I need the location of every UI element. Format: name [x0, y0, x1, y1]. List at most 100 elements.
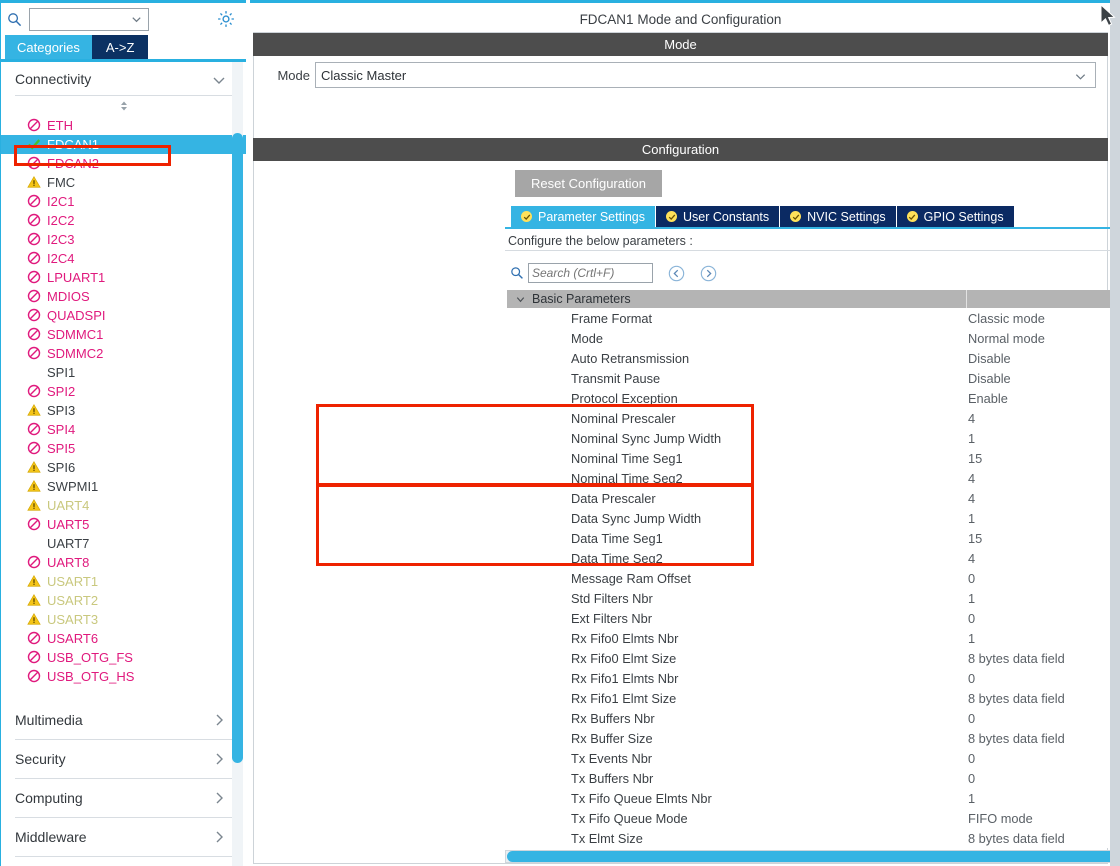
parameter-value[interactable]: 8 bytes data field	[968, 691, 1065, 706]
table-row[interactable]: Message Ram Offset 0	[507, 568, 1120, 588]
parameter-value[interactable]: FIFO mode	[968, 811, 1033, 826]
tab-nvic-settings[interactable]: NVIC Settings	[780, 206, 897, 227]
sidebar-section-computing[interactable]: Computing	[15, 779, 233, 818]
table-row[interactable]: Mode Normal mode	[507, 328, 1120, 348]
table-row[interactable]: Tx Fifo Queue Mode FIFO mode	[507, 808, 1120, 828]
parameter-value[interactable]: 1	[968, 791, 975, 806]
search-next-button[interactable]	[699, 264, 717, 282]
sidebar-item-usb_otg_hs[interactable]: USB_OTG_HS	[1, 667, 246, 686]
horizontal-scrollbar-thumb[interactable]	[507, 851, 1120, 862]
tab-gpio-settings[interactable]: GPIO Settings	[896, 206, 1015, 227]
sidebar-item-spi4[interactable]: SPI4	[1, 420, 246, 439]
sidebar-section-middleware[interactable]: Middleware	[15, 818, 233, 857]
sidebar-item-swpmi1[interactable]: SWPMI1	[1, 477, 246, 496]
mode-select[interactable]: Classic Master	[315, 62, 1096, 88]
sidebar-item-spi3[interactable]: SPI3	[1, 401, 246, 420]
sidebar-item-uart4[interactable]: UART4	[1, 496, 246, 515]
sidebar-section-connectivity[interactable]: Connectivity	[15, 62, 233, 96]
sidebar-item-lpuart1[interactable]: LPUART1	[1, 268, 246, 287]
sidebar-item-uart5[interactable]: UART5	[1, 515, 246, 534]
gear-icon[interactable]	[216, 9, 236, 29]
sidebar-scrollbar-thumb[interactable]	[232, 133, 243, 763]
table-row[interactable]: Ext Filters Nbr 0	[507, 608, 1120, 628]
parameter-search-input[interactable]	[528, 263, 653, 283]
sidebar-item-usart3[interactable]: USART3	[1, 610, 246, 629]
table-row[interactable]: Protocol Exception Enable	[507, 388, 1120, 408]
parameter-value[interactable]: 15	[968, 531, 982, 546]
sidebar-item-usart1[interactable]: USART1	[1, 572, 246, 591]
parameter-value[interactable]: 4	[968, 551, 975, 566]
sidebar-item-uart8[interactable]: UART8	[1, 553, 246, 572]
table-row[interactable]: Tx Events Nbr 0	[507, 748, 1120, 768]
table-row[interactable]: Nominal Time Seg1 15	[507, 448, 1120, 468]
sidebar-item-usart2[interactable]: USART2	[1, 591, 246, 610]
table-row[interactable]: Rx Buffer Size 8 bytes data field	[507, 728, 1120, 748]
table-row[interactable]: Nominal Time Seg2 4	[507, 468, 1120, 488]
sidebar-item-i2c4[interactable]: I2C4	[1, 249, 246, 268]
parameter-value[interactable]: 0	[968, 671, 975, 686]
sidebar-item-sdmmc2[interactable]: SDMMC2	[1, 344, 246, 363]
sidebar-item-i2c2[interactable]: I2C2	[1, 211, 246, 230]
parameter-value[interactable]: 0	[968, 611, 975, 626]
table-row[interactable]: Rx Buffers Nbr 0	[507, 708, 1120, 728]
parameter-value[interactable]: 8 bytes data field	[968, 831, 1065, 846]
table-row[interactable]: Data Time Seg2 4	[507, 548, 1120, 568]
sidebar-item-quadspi[interactable]: QUADSPI	[1, 306, 246, 325]
table-row[interactable]: Data Prescaler 4	[507, 488, 1120, 508]
table-row[interactable]: Rx Fifo1 Elmt Size 8 bytes data field	[507, 688, 1120, 708]
sidebar-item-usb_otg_fs[interactable]: USB_OTG_FS	[1, 648, 246, 667]
parameter-value[interactable]: 1	[968, 591, 975, 606]
sidebar-item-spi1[interactable]: SPI1	[1, 363, 246, 382]
parameter-value[interactable]: 4	[968, 471, 975, 486]
sidebar-item-i2c3[interactable]: I2C3	[1, 230, 246, 249]
reset-configuration-button[interactable]: Reset Configuration	[515, 170, 662, 197]
parameter-value[interactable]: 8 bytes data field	[968, 651, 1065, 666]
search-input[interactable]	[29, 7, 149, 31]
table-row[interactable]: Rx Fifo0 Elmt Size 8 bytes data field	[507, 648, 1120, 668]
parameter-value[interactable]: Normal mode	[968, 331, 1045, 346]
parameter-value[interactable]: 1	[968, 431, 975, 446]
table-row[interactable]: Rx Fifo0 Elmts Nbr 1	[507, 628, 1120, 648]
parameter-value[interactable]: Disable	[968, 351, 1011, 366]
sidebar-item-usart6[interactable]: USART6	[1, 629, 246, 648]
parameter-value[interactable]: 0	[968, 711, 975, 726]
sidebar-item-fdcan2[interactable]: FDCAN2	[1, 154, 246, 173]
sidebar-item-spi5[interactable]: SPI5	[1, 439, 246, 458]
parameter-value[interactable]: 4	[968, 411, 975, 426]
sidebar-item-mdios[interactable]: MDIOS	[1, 287, 246, 306]
sidebar-section-security[interactable]: Security	[15, 740, 233, 779]
search-previous-button[interactable]	[667, 264, 685, 282]
parameter-value[interactable]: 0	[968, 771, 975, 786]
sidebar-item-i2c1[interactable]: I2C1	[1, 192, 246, 211]
tab-a-to-z[interactable]: A->Z	[91, 35, 149, 59]
sidebar-item-fmc[interactable]: FMC	[1, 173, 246, 192]
sidebar-item-uart7[interactable]: UART7	[1, 534, 246, 553]
tab-parameter-settings[interactable]: Parameter Settings	[511, 206, 656, 227]
parameter-value[interactable]: 1	[968, 511, 975, 526]
scroll-up-down-spinner[interactable]	[1, 96, 246, 116]
table-row[interactable]: Nominal Prescaler 4	[507, 408, 1120, 428]
parameter-value[interactable]: Classic mode	[968, 311, 1045, 326]
parameter-value[interactable]: Enable	[968, 391, 1008, 406]
parameter-value[interactable]: 1	[968, 631, 975, 646]
sidebar-item-fdcan1[interactable]: FDCAN1	[1, 135, 246, 154]
sidebar-item-spi6[interactable]: SPI6	[1, 458, 246, 477]
table-row[interactable]: Transmit Pause Disable	[507, 368, 1120, 388]
sidebar-item-eth[interactable]: ETH	[1, 116, 246, 135]
parameter-group-header[interactable]: Basic Parameters	[507, 290, 1120, 308]
table-row[interactable]: Data Time Seg1 15	[507, 528, 1120, 548]
table-row[interactable]: Tx Fifo Queue Elmts Nbr 1	[507, 788, 1120, 808]
parameter-value[interactable]: 0	[968, 751, 975, 766]
parameter-value[interactable]: 0	[968, 571, 975, 586]
table-row[interactable]: Tx Elmt Size 8 bytes data field	[507, 828, 1120, 848]
parameter-value[interactable]: Disable	[968, 371, 1011, 386]
parameter-value[interactable]: 8 bytes data field	[968, 731, 1065, 746]
table-row[interactable]: Tx Buffers Nbr 0	[507, 768, 1120, 788]
sidebar-section-multimedia[interactable]: Multimedia	[15, 701, 233, 740]
sidebar-item-spi2[interactable]: SPI2	[1, 382, 246, 401]
tab-user-constants[interactable]: User Constants	[656, 206, 781, 227]
table-row[interactable]: Auto Retransmission Disable	[507, 348, 1120, 368]
table-row[interactable]: Frame Format Classic mode	[507, 308, 1120, 328]
table-row[interactable]: Rx Fifo1 Elmts Nbr 0	[507, 668, 1120, 688]
parameter-value[interactable]: 15	[968, 451, 982, 466]
